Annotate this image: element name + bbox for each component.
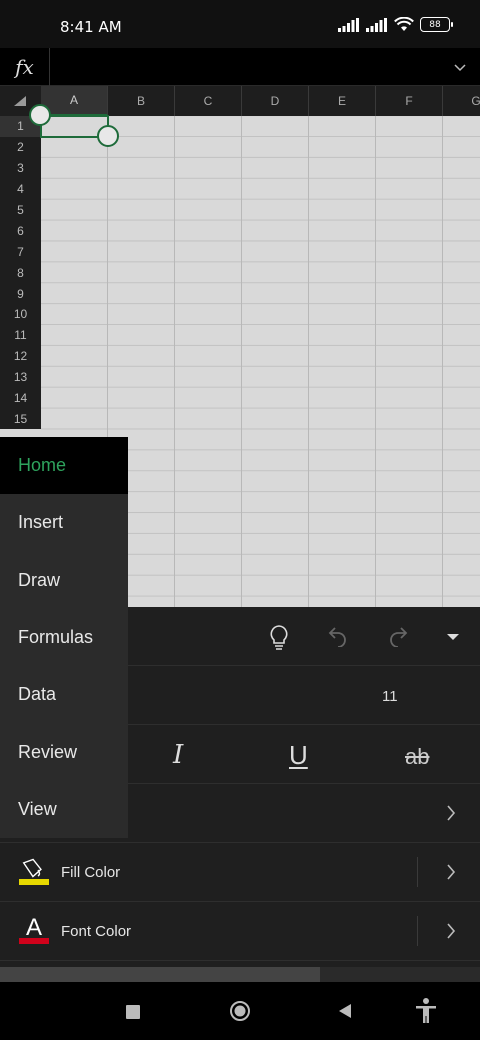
font-color-label: Font Color: [61, 923, 132, 940]
undo-icon[interactable]: [326, 625, 350, 647]
column-header[interactable]: B: [108, 86, 175, 116]
signal-icon-2: [366, 17, 387, 32]
row-header[interactable]: 8: [0, 262, 41, 283]
row-header[interactable]: 3: [0, 158, 41, 179]
tab-draw[interactable]: Draw: [0, 552, 128, 609]
row-header[interactable]: 4: [0, 179, 41, 200]
select-all-icon: [14, 96, 26, 106]
battery-level: 88: [429, 19, 441, 30]
column-header[interactable]: C: [175, 86, 242, 116]
selection-handle-start[interactable]: [29, 104, 51, 126]
selection-handle-end[interactable]: [97, 125, 119, 147]
wifi-icon: [394, 17, 414, 31]
accessibility-icon[interactable]: [415, 998, 437, 1024]
tab-home[interactable]: Home: [0, 437, 128, 495]
column-headers: ABCDEFG: [41, 86, 480, 116]
row-header[interactable]: 10: [0, 304, 41, 325]
underline-button[interactable]: U: [289, 740, 308, 771]
lightbulb-icon[interactable]: [268, 624, 290, 650]
separator: [417, 857, 418, 887]
column-header[interactable]: E: [309, 86, 376, 116]
row-header[interactable]: 5: [0, 200, 41, 221]
font-size-value[interactable]: 11: [382, 688, 398, 705]
ribbon-scrollbar[interactable]: [0, 967, 480, 982]
status-bar: 8:41 AM 88: [0, 0, 480, 48]
font-color-swatch: [19, 938, 49, 944]
caret-down-icon[interactable]: [446, 633, 460, 641]
scrollbar-thumb[interactable]: [0, 967, 320, 982]
battery-icon: 88: [420, 17, 453, 32]
chevron-right-icon[interactable]: [446, 923, 456, 939]
signal-icon: [338, 17, 359, 32]
row-header[interactable]: 13: [0, 367, 41, 388]
column-header[interactable]: G: [443, 86, 480, 116]
formula-bar: fx: [0, 48, 480, 86]
column-header[interactable]: F: [376, 86, 443, 116]
row-header[interactable]: 6: [0, 220, 41, 241]
tab-insert[interactable]: Insert: [0, 494, 128, 551]
status-icons: 88: [338, 17, 453, 32]
row-header[interactable]: 9: [0, 283, 41, 304]
row-headers: 1 2 3 4 5 6 7 8 9 10 11 12 13 14 15: [0, 116, 41, 430]
recents-icon[interactable]: [126, 1005, 140, 1019]
row-header[interactable]: 14: [0, 388, 41, 409]
row-header[interactable]: 11: [0, 325, 41, 346]
redo-icon[interactable]: [386, 625, 410, 647]
fill-color-label: Fill Color: [61, 864, 121, 881]
chevron-right-icon[interactable]: [446, 864, 456, 880]
fill-color-row[interactable]: Fill Color: [0, 843, 480, 902]
home-icon[interactable]: [229, 1000, 251, 1022]
back-icon[interactable]: [338, 1003, 352, 1019]
row-header[interactable]: 2: [0, 137, 41, 158]
navigation-bar: [0, 982, 480, 1040]
formula-input[interactable]: [52, 48, 440, 86]
italic-button[interactable]: I: [173, 740, 183, 770]
fill-color-icon: [19, 858, 49, 885]
row-header[interactable]: 7: [0, 241, 41, 262]
chevron-down-icon[interactable]: [454, 58, 466, 76]
tab-view[interactable]: View: [0, 781, 128, 838]
strikethrough-button[interactable]: ab: [405, 744, 429, 770]
row-header[interactable]: 15: [0, 408, 41, 429]
ribbon-tab-menu: Home Insert Draw Formulas Data Review View: [0, 437, 128, 838]
fx-icon[interactable]: fx: [0, 48, 50, 86]
tab-formulas[interactable]: Formulas: [0, 609, 128, 666]
chevron-right-icon[interactable]: [446, 805, 456, 821]
font-color-row[interactable]: A Font Color: [0, 902, 480, 961]
status-time: 8:41 AM: [60, 18, 122, 36]
separator: [417, 916, 418, 946]
row-header[interactable]: 12: [0, 346, 41, 367]
tab-review[interactable]: Review: [0, 723, 128, 780]
column-header[interactable]: A: [41, 86, 108, 116]
tab-data[interactable]: Data: [0, 666, 128, 723]
column-header[interactable]: D: [242, 86, 309, 116]
